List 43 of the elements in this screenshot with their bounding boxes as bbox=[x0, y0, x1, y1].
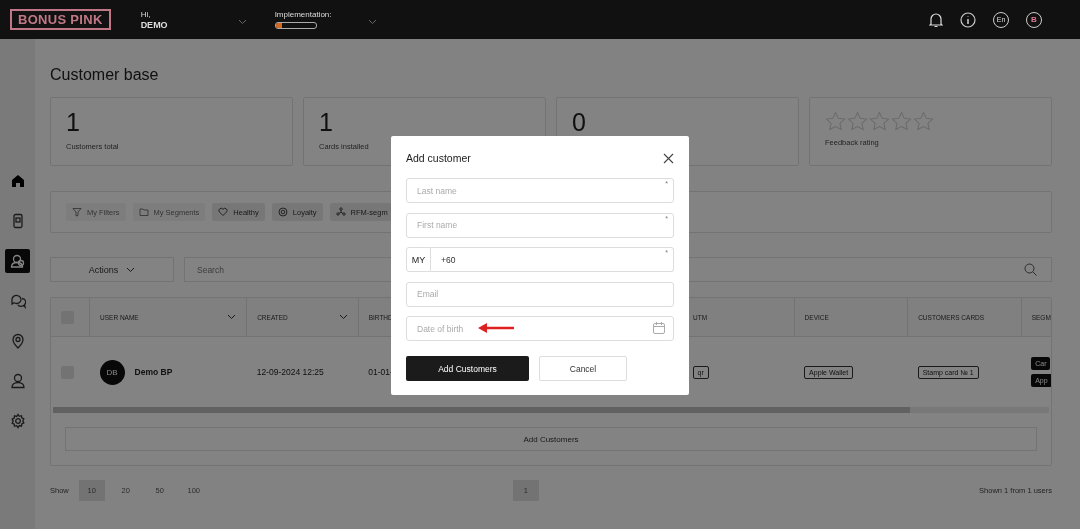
chevron-down-icon bbox=[237, 18, 247, 25]
nodes-icon bbox=[335, 207, 346, 217]
scrollbar[interactable] bbox=[53, 407, 1049, 413]
stat-value: 1 bbox=[66, 108, 81, 136]
add-customers-button[interactable]: Add Customers bbox=[406, 356, 529, 381]
location-pin-icon bbox=[9, 333, 26, 349]
actions-dropdown[interactable]: Actions bbox=[50, 257, 174, 282]
circle-icon bbox=[277, 207, 288, 217]
chat-icon bbox=[9, 293, 26, 309]
avatar: DB bbox=[99, 359, 125, 385]
greeting: Hi, bbox=[140, 8, 152, 20]
date-field[interactable]: Date of birth bbox=[406, 316, 674, 341]
logo[interactable]: BONUS PINK bbox=[10, 9, 111, 30]
stat-value: 1 bbox=[319, 108, 334, 136]
user-icon bbox=[9, 373, 26, 389]
table-cell: 12-09-2024 12:25 bbox=[256, 367, 324, 377]
chevron-down-icon bbox=[126, 266, 136, 273]
text-field[interactable]: Email bbox=[406, 281, 674, 307]
filter-icon bbox=[72, 207, 82, 217]
stat-value: 0 bbox=[572, 108, 587, 136]
search-icon bbox=[1024, 263, 1037, 276]
dialog-title: Add customer bbox=[406, 152, 471, 164]
sort-chevron-icon bbox=[338, 314, 348, 320]
user-name: DEMO bbox=[140, 19, 168, 31]
cancel-button[interactable]: Cancel bbox=[539, 356, 627, 381]
heart-icon bbox=[218, 207, 229, 217]
progress-bar bbox=[274, 22, 317, 29]
info-icon[interactable] bbox=[960, 11, 976, 28]
bell-icon[interactable] bbox=[929, 11, 943, 28]
chevron-down-icon bbox=[367, 18, 377, 25]
table-cell: 01-01- bbox=[368, 367, 393, 377]
users-icon bbox=[9, 253, 26, 269]
close-button[interactable] bbox=[663, 152, 674, 164]
add-customers-button[interactable]: Add Customers bbox=[65, 427, 1037, 451]
sort-chevron-icon bbox=[227, 314, 237, 320]
implementation-label: Implementation: bbox=[274, 10, 332, 19]
page-title: Customer base bbox=[50, 66, 160, 84]
home-icon bbox=[9, 173, 26, 189]
settings-icon bbox=[9, 413, 26, 429]
user-name: Demo BP bbox=[134, 367, 173, 377]
sidebar-item[interactable] bbox=[5, 249, 30, 273]
folder-icon bbox=[138, 207, 149, 217]
calendar-icon bbox=[653, 322, 665, 334]
